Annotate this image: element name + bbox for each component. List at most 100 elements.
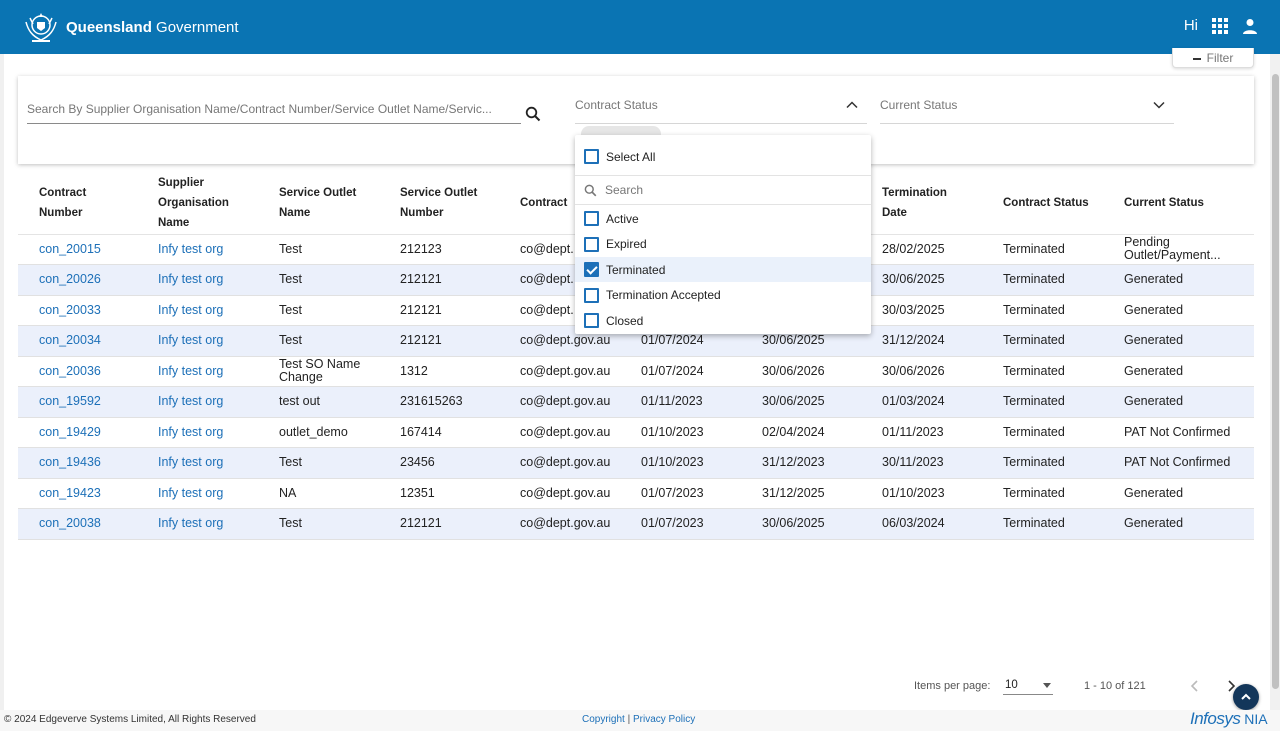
status-option[interactable]: Closed [575, 308, 871, 333]
scrollbar-thumb[interactable] [1272, 74, 1279, 689]
table-cell: Generated [1103, 264, 1254, 296]
back-to-top-button[interactable] [1233, 684, 1259, 710]
table-cell: test out [258, 386, 379, 418]
search-icon[interactable] [525, 106, 541, 122]
supplier-org-link[interactable]: Infy test org [137, 386, 258, 418]
contract-number-link[interactable]: con_20034 [18, 325, 137, 357]
copyright-link[interactable]: Copyright [582, 714, 625, 725]
table-cell: 212121 [379, 295, 499, 326]
apps-grid-icon[interactable] [1212, 17, 1228, 34]
status-option-checkbox[interactable] [584, 211, 599, 226]
contract-number-link[interactable]: con_20015 [18, 234, 137, 265]
table-cell: 30/06/2026 [861, 356, 982, 387]
table-cell: PAT Not Confirmed [1103, 447, 1254, 479]
contract-number-link[interactable]: con_20038 [18, 508, 137, 540]
table-cell: 31/12/2023 [741, 447, 861, 479]
current-status-select[interactable]: Current Status [880, 92, 1174, 124]
table-cell: PAT Not Confirmed [1103, 417, 1254, 448]
filter-icon [1192, 58, 1201, 60]
column-header: Contract Number [18, 172, 137, 235]
dropdown-search-input[interactable] [605, 183, 845, 197]
contract-number-link[interactable]: con_20026 [18, 264, 137, 296]
status-option[interactable]: Termination Accepted [575, 283, 871, 308]
table-cell: Test [258, 508, 379, 540]
column-header-line: Service Outlet [400, 186, 478, 199]
table-cell: Test [258, 234, 379, 265]
supplier-org-link[interactable]: Infy test org [137, 508, 258, 540]
filter-button[interactable]: Filter [1172, 48, 1254, 68]
status-option-checkbox[interactable] [584, 262, 599, 277]
contract-number-link[interactable]: con_19592 [18, 386, 137, 418]
supplier-org-link[interactable]: Infy test org [137, 325, 258, 357]
status-option-checkbox[interactable] [584, 313, 599, 328]
table-cell: Pending Outlet/Payment... [1103, 234, 1254, 265]
table-cell: 212121 [379, 264, 499, 296]
table-cell: co@dept.gov.au [499, 386, 620, 418]
table-cell: Terminated [982, 295, 1103, 326]
table-cell: co@dept.gov.au [499, 356, 620, 387]
column-header-line: Contract Status [1003, 196, 1089, 209]
table-cell: Terminated [982, 264, 1103, 296]
table-cell: 01/11/2023 [861, 417, 982, 448]
items-per-page-select[interactable]: 10 [1003, 674, 1053, 695]
contract-number-link[interactable]: con_19423 [18, 478, 137, 509]
select-all-option[interactable]: Select All [575, 144, 871, 169]
contract-status-select[interactable]: Contract Status [575, 92, 867, 124]
table-row[interactable]: con_19429 Infy test org outlet_demo 167414 c… [18, 417, 1254, 448]
page-scrollbar[interactable] [1270, 54, 1280, 710]
contract-number-link[interactable]: con_19429 [18, 417, 137, 448]
previous-page-icon[interactable] [1188, 679, 1202, 693]
search-field [27, 92, 521, 124]
infosys-nia-logo: Infosys NIA [1190, 709, 1268, 728]
status-option[interactable]: Active [575, 206, 871, 231]
table-row[interactable]: con_19436 Infy test org Test 23456 co@dept.g… [18, 447, 1254, 479]
status-option-checkbox[interactable] [584, 287, 599, 303]
table-cell: 31/12/2024 [861, 325, 982, 357]
column-header-line: Date [882, 206, 907, 219]
table-cell: 30/06/2025 [861, 264, 982, 296]
table-cell: 01/10/2023 [861, 478, 982, 509]
table-cell: 167414 [379, 417, 499, 448]
table-row[interactable]: con_20038 Infy test org Test 212121 co@dept.… [18, 508, 1254, 540]
contract-number-link[interactable]: con_20036 [18, 356, 137, 387]
brand[interactable]: Queensland Government [22, 10, 239, 44]
supplier-org-link[interactable]: Infy test org [137, 295, 258, 326]
table-cell: 01/10/2023 [620, 447, 741, 479]
table-cell: Terminated [982, 386, 1103, 418]
supplier-org-link[interactable]: Infy test org [137, 234, 258, 265]
table-cell: 01/07/2023 [620, 478, 741, 509]
table-cell: Terminated [982, 447, 1103, 479]
page-range: 1 - 10 of 121 [1084, 680, 1146, 692]
greeting: Hi [1183, 17, 1198, 34]
status-option[interactable]: Terminated [575, 257, 871, 282]
column-header-line: Current Status [1124, 196, 1204, 209]
table-row[interactable]: con_19423 Infy test org NA 12351 co@dept.gov… [18, 478, 1254, 509]
status-option-label: Expired [606, 237, 647, 251]
app-header: Queensland Government Hi [0, 0, 1280, 54]
search-input[interactable] [27, 92, 521, 122]
table-cell: 231615263 [379, 386, 499, 418]
contract-number-link[interactable]: con_19436 [18, 447, 137, 479]
table-row[interactable]: con_19592 Infy test org test out 231615263 c… [18, 386, 1254, 418]
supplier-org-link[interactable]: Infy test org [137, 478, 258, 509]
user-icon[interactable] [1242, 18, 1258, 34]
search-icon [584, 184, 597, 196]
column-header-line: Contract [39, 186, 87, 199]
paginator: Items per page: 10 1 - 10 of 121 [4, 674, 1270, 704]
status-option[interactable]: Expired [575, 232, 871, 257]
supplier-org-link[interactable]: Infy test org [137, 447, 258, 479]
privacy-policy-link[interactable]: Privacy Policy [633, 714, 695, 725]
table-row[interactable]: con_20036 Infy test org Test SO Name Chang… [18, 356, 1254, 387]
column-header-line: Name [279, 206, 311, 219]
contract-number-link[interactable]: con_20033 [18, 295, 137, 326]
supplier-org-link[interactable]: Infy test org [137, 264, 258, 296]
supplier-org-link[interactable]: Infy test org [137, 356, 258, 387]
status-option-checkbox[interactable] [584, 236, 599, 252]
select-all-checkbox[interactable] [584, 149, 599, 164]
column-header: Contract Status [982, 172, 1103, 235]
supplier-org-link[interactable]: Infy test org [137, 417, 258, 448]
table-cell: 23456 [379, 447, 499, 479]
table-cell: Generated [1103, 478, 1254, 509]
table-cell: 12351 [379, 478, 499, 509]
column-header-line: Service Outlet [279, 186, 357, 199]
